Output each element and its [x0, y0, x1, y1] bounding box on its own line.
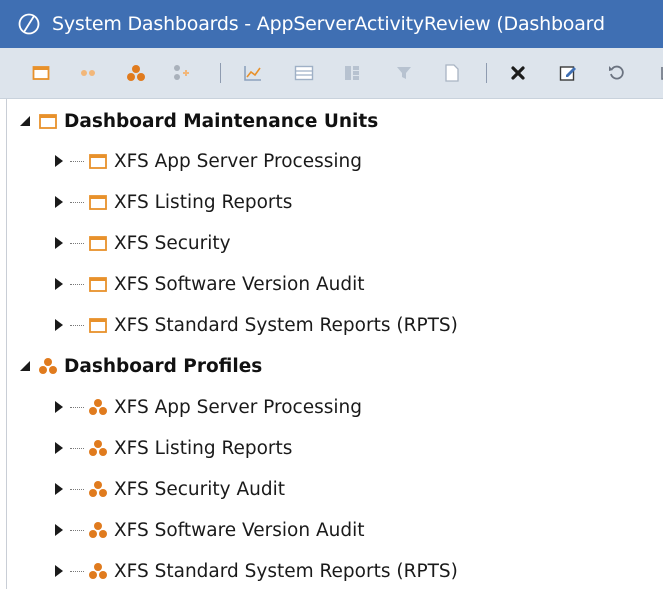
item-label: XFS Security Audit [114, 478, 285, 500]
item-label: XFS Security [114, 232, 231, 254]
tree-connector [70, 406, 84, 408]
filter-button[interactable] [392, 61, 416, 85]
add-grid-button[interactable] [292, 61, 316, 85]
expand-arrow-icon[interactable] [52, 523, 66, 537]
add-chart-button[interactable] [241, 61, 265, 85]
grid-icon [294, 65, 314, 81]
refresh-button[interactable] [605, 61, 629, 85]
filter-icon [397, 67, 411, 79]
item-label: XFS Listing Reports [114, 437, 293, 459]
tree-item-mu-app-server-processing[interactable]: XFS App Server Processing [52, 143, 362, 179]
document-icon [445, 64, 459, 82]
maintenance-unit-icon [88, 193, 108, 211]
add-profile-icon [174, 65, 189, 80]
edit-icon [559, 66, 576, 81]
profile-icon [88, 562, 108, 580]
profile-icon [88, 480, 108, 498]
refresh-icon [609, 65, 624, 80]
document-button[interactable] [440, 61, 464, 85]
maintenance-unit-icon [88, 152, 108, 170]
toolbar-separator [220, 63, 221, 83]
maintenance-unit-icon [88, 234, 108, 252]
maintenance-unit-icon [38, 112, 58, 130]
tree-item-profile-security-audit[interactable]: XFS Security Audit [52, 471, 285, 507]
maintenance-unit-icon [88, 275, 108, 293]
expand-arrow-icon[interactable] [52, 236, 66, 250]
item-label: XFS App Server Processing [114, 150, 362, 172]
maintenance-unit-icon [32, 66, 50, 80]
expand-arrow-icon[interactable] [52, 482, 66, 496]
collapse-arrow-icon[interactable] [18, 359, 32, 373]
expand-arrow-icon[interactable] [52, 441, 66, 455]
tree-group-maintenance-units[interactable]: Dashboard Maintenance Units [18, 103, 378, 139]
tree-item-mu-security[interactable]: XFS Security [52, 225, 231, 261]
expand-arrow-icon[interactable] [52, 318, 66, 332]
profile-icon [88, 521, 108, 539]
tree-item-mu-standard-system-reports[interactable]: XFS Standard System Reports (RPTS) [52, 307, 458, 343]
tree-item-profile-software-version-audit[interactable]: XFS Software Version Audit [52, 512, 364, 548]
expand-arrow-icon[interactable] [52, 564, 66, 578]
group-label: Dashboard Maintenance Units [64, 110, 379, 132]
group-label: Dashboard Profiles [64, 355, 263, 377]
tree-group-dashboard-profiles[interactable]: Dashboard Profiles [18, 348, 262, 384]
tree-connector [70, 447, 84, 449]
item-label: XFS Standard System Reports (RPTS) [114, 560, 458, 582]
tree-connector [70, 283, 84, 285]
tree-connector [70, 160, 84, 162]
edit-button[interactable] [556, 61, 580, 85]
tree-item-profile-app-server-processing[interactable]: XFS App Server Processing [52, 389, 362, 425]
item-label: XFS App Server Processing [114, 396, 362, 418]
app-logo-icon [18, 13, 40, 35]
expand-arrow-icon[interactable] [52, 277, 66, 291]
tree-connector [70, 201, 84, 203]
expand-arrow-icon[interactable] [52, 400, 66, 414]
profile-icon [88, 439, 108, 457]
profile-icon [127, 65, 145, 81]
title-bar: System Dashboards - AppServerActivityRev… [0, 0, 663, 48]
chart-icon [244, 66, 261, 81]
tree-connector [70, 529, 84, 531]
delete-icon [511, 66, 525, 80]
tree-view: Dashboard Maintenance Units XFS App Serv… [0, 99, 663, 589]
add-component-button[interactable] [340, 61, 364, 85]
tree-connector [70, 488, 84, 490]
tree-item-mu-software-version-audit[interactable]: XFS Software Version Audit [52, 266, 364, 302]
profile-icon [38, 357, 58, 375]
tree-item-profile-listing-reports[interactable]: XFS Listing Reports [52, 430, 292, 466]
expand-arrow-icon[interactable] [52, 154, 66, 168]
delete-button[interactable] [506, 61, 530, 85]
collapse-arrow-icon[interactable] [18, 114, 32, 128]
toolbar-separator [486, 63, 487, 83]
maintenance-unit-icon [88, 316, 108, 334]
dashboard-group-icon [81, 70, 95, 76]
tree-connector [70, 242, 84, 244]
partial-icon [661, 67, 663, 80]
components-icon [345, 66, 359, 80]
tree-connector [70, 324, 84, 326]
tree-connector [70, 570, 84, 572]
toolbar [0, 48, 663, 99]
add-profile-button[interactable] [124, 61, 148, 85]
item-label: XFS Listing Reports [114, 191, 293, 213]
profile-icon [88, 398, 108, 416]
add-profile-member-button[interactable] [169, 61, 193, 85]
next-toolbar-button[interactable] [652, 61, 663, 85]
add-dashboard-group-button[interactable] [76, 61, 100, 85]
item-label: XFS Standard System Reports (RPTS) [114, 314, 458, 336]
item-label: XFS Software Version Audit [114, 273, 365, 295]
tree-item-profile-standard-system-reports[interactable]: XFS Standard System Reports (RPTS) [52, 553, 458, 589]
item-label: XFS Software Version Audit [114, 519, 365, 541]
window-title: System Dashboards - AppServerActivityRev… [52, 13, 605, 35]
expand-arrow-icon[interactable] [52, 195, 66, 209]
add-maintenance-unit-button[interactable] [29, 61, 53, 85]
tree-item-mu-listing-reports[interactable]: XFS Listing Reports [52, 184, 292, 220]
